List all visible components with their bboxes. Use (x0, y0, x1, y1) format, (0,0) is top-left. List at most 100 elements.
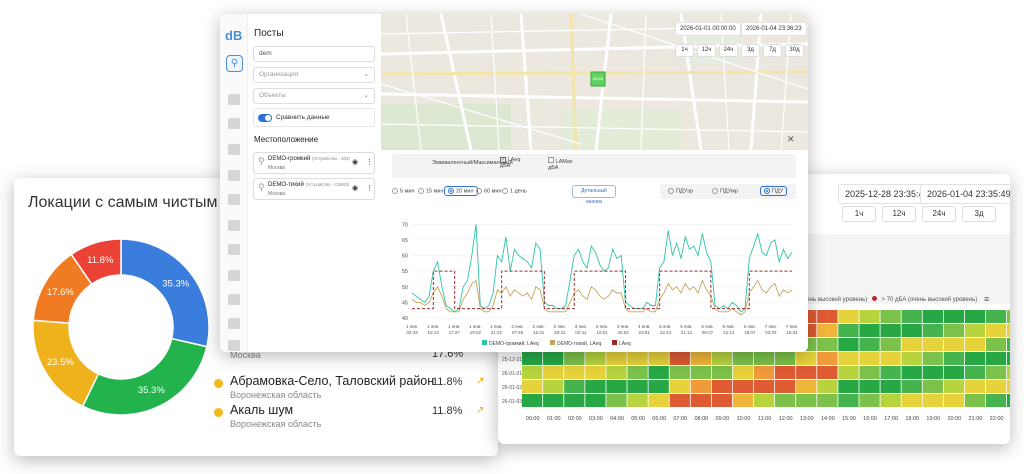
heatmap-cell[interactable] (964, 380, 986, 393)
gear-icon[interactable] (228, 270, 240, 281)
heatmap-cell[interactable] (732, 366, 754, 379)
heatmap-cell[interactable] (985, 324, 1007, 337)
legend-label[interactable]: LAeq (619, 341, 631, 347)
heatmap-cell[interactable] (859, 380, 880, 393)
heatmap-cell[interactable] (985, 338, 1007, 351)
map-view[interactable]: 65,88 2026-01-01 00:00:00 2026-01-04 23:… (381, 14, 808, 150)
heatmap-cell[interactable] (585, 380, 606, 393)
compare-toggle[interactable] (258, 114, 272, 122)
heatmap-cell[interactable] (901, 380, 922, 393)
heatmap-cell[interactable] (985, 352, 1007, 365)
heatmap-cell[interactable] (775, 366, 796, 379)
heatmap-cell[interactable] (964, 394, 986, 407)
heatmap-cell[interactable] (753, 380, 775, 393)
date-from-field[interactable]: 2026-01-01 00:00:00 (675, 22, 741, 36)
organization-select[interactable]: Организация ⌄ (253, 67, 375, 83)
devices-icon[interactable] (228, 144, 240, 155)
legend-label[interactable]: DEMO-тихий, LAeq (557, 340, 602, 347)
heatmap-cell[interactable] (522, 380, 543, 393)
heatmap-cell[interactable] (669, 380, 690, 393)
eye-icon[interactable]: ◉ (352, 158, 358, 166)
heatmap-cell[interactable] (669, 394, 690, 407)
heatmap-cell[interactable] (775, 380, 796, 393)
heatmap-cell[interactable] (564, 394, 585, 407)
norm-option-pdu-mr[interactable]: ПДУмр (712, 188, 738, 194)
heatmap-cell[interactable] (606, 380, 627, 393)
heatmap-cell[interactable] (964, 366, 986, 379)
heatmap-cell[interactable] (648, 352, 669, 365)
more-icon[interactable]: ⋮ (366, 184, 373, 192)
heatmap-cell[interactable] (985, 394, 1007, 407)
user-icon[interactable] (228, 318, 240, 329)
legend-swatch[interactable] (482, 340, 487, 345)
post-card[interactable]: ⚲ DEMO-тихий (Устройство - C0802) Москва… (253, 178, 375, 200)
heatmap-cell[interactable] (922, 352, 943, 365)
search-input[interactable]: dem (253, 46, 375, 62)
heatmap-cell[interactable] (838, 324, 859, 337)
map-pin-icon[interactable]: ⚲ (226, 55, 243, 72)
heatmap-cell[interactable] (711, 380, 733, 393)
heatmap-cell[interactable] (543, 352, 564, 365)
range-button-3d[interactable]: 3д (741, 44, 760, 57)
heatmap-cell[interactable] (817, 380, 838, 393)
legend-swatch[interactable] (612, 340, 617, 345)
heatmap-cell[interactable] (522, 394, 543, 407)
heatmap-cell[interactable] (880, 324, 901, 337)
heatmap-cell[interactable] (964, 352, 986, 365)
heatmap-cell[interactable] (648, 366, 669, 379)
interval-60min[interactable]: 60 мин (476, 188, 502, 194)
heatmap-cell[interactable] (775, 394, 796, 407)
metric-lamax[interactable]: LAMax дБА (548, 157, 573, 171)
heatmap-cell[interactable] (817, 324, 838, 337)
post-card[interactable]: ⚲ DEMO-громкий (Устройство - 203) Москва… (253, 152, 375, 174)
heatmap-cell[interactable] (943, 380, 965, 393)
norm-option-pdu-er[interactable]: ПДУэр (668, 188, 693, 194)
heatmap-cell[interactable] (943, 338, 965, 351)
heatmap-cell[interactable] (880, 380, 901, 393)
nodes-icon[interactable] (228, 118, 240, 129)
radio-icon[interactable] (668, 188, 674, 194)
heatmap-cell[interactable] (817, 310, 838, 323)
heatmap-cell[interactable] (880, 366, 901, 379)
radio-selected-icon[interactable] (764, 188, 770, 194)
heatmap-cell[interactable] (922, 310, 943, 323)
heatmap-cell[interactable] (964, 324, 986, 337)
range-button-12h[interactable]: 12ч (697, 44, 716, 57)
heatmap-cell[interactable] (817, 338, 838, 351)
heatmap-cell[interactable] (859, 338, 880, 351)
heatmap-cell[interactable] (985, 366, 1007, 379)
heatmap-cell[interactable] (711, 366, 733, 379)
docs-icon[interactable] (228, 294, 240, 305)
heatmap-cell[interactable] (901, 352, 922, 365)
heatmap-cell[interactable] (796, 394, 817, 407)
interval-1day[interactable]: 1 день (502, 188, 527, 194)
heatmap-cell[interactable] (1007, 338, 1010, 351)
chart-icon[interactable] (228, 194, 240, 205)
heatmap-cell[interactable] (606, 352, 627, 365)
heatmap-cell[interactable] (606, 394, 627, 407)
date-to-field[interactable]: 2026-01-04 23:36:23 (741, 22, 807, 36)
range-button-30d[interactable]: 30д (785, 44, 804, 57)
heatmap-cell[interactable] (859, 352, 880, 365)
heatmap-cell[interactable] (880, 394, 901, 407)
heatmap-cell[interactable] (627, 394, 648, 407)
eye-icon[interactable]: ◉ (352, 184, 358, 192)
heatmap-cell[interactable] (943, 352, 965, 365)
lock-icon[interactable] (228, 340, 240, 351)
heatmap-cell[interactable] (922, 338, 943, 351)
more-icon[interactable]: ⋮ (366, 158, 373, 166)
heatmap-cell[interactable] (796, 380, 817, 393)
radio-icon[interactable] (502, 188, 508, 194)
heatmap-cell[interactable] (901, 310, 922, 323)
interval-15min[interactable]: 15 мин (418, 188, 444, 194)
heatmap-cell[interactable] (690, 380, 711, 393)
heatmap-cell[interactable] (522, 366, 543, 379)
heatmap-cell[interactable] (859, 310, 880, 323)
interval-5min[interactable]: 5 мин (392, 188, 414, 194)
range-button-24h[interactable]: 24ч (719, 44, 738, 57)
heatmap-cell[interactable] (732, 394, 754, 407)
heatmap-cell[interactable] (690, 394, 711, 407)
heatmap-cell[interactable] (585, 352, 606, 365)
heatmap-cell[interactable] (817, 352, 838, 365)
heatmap-cell[interactable] (817, 394, 838, 407)
